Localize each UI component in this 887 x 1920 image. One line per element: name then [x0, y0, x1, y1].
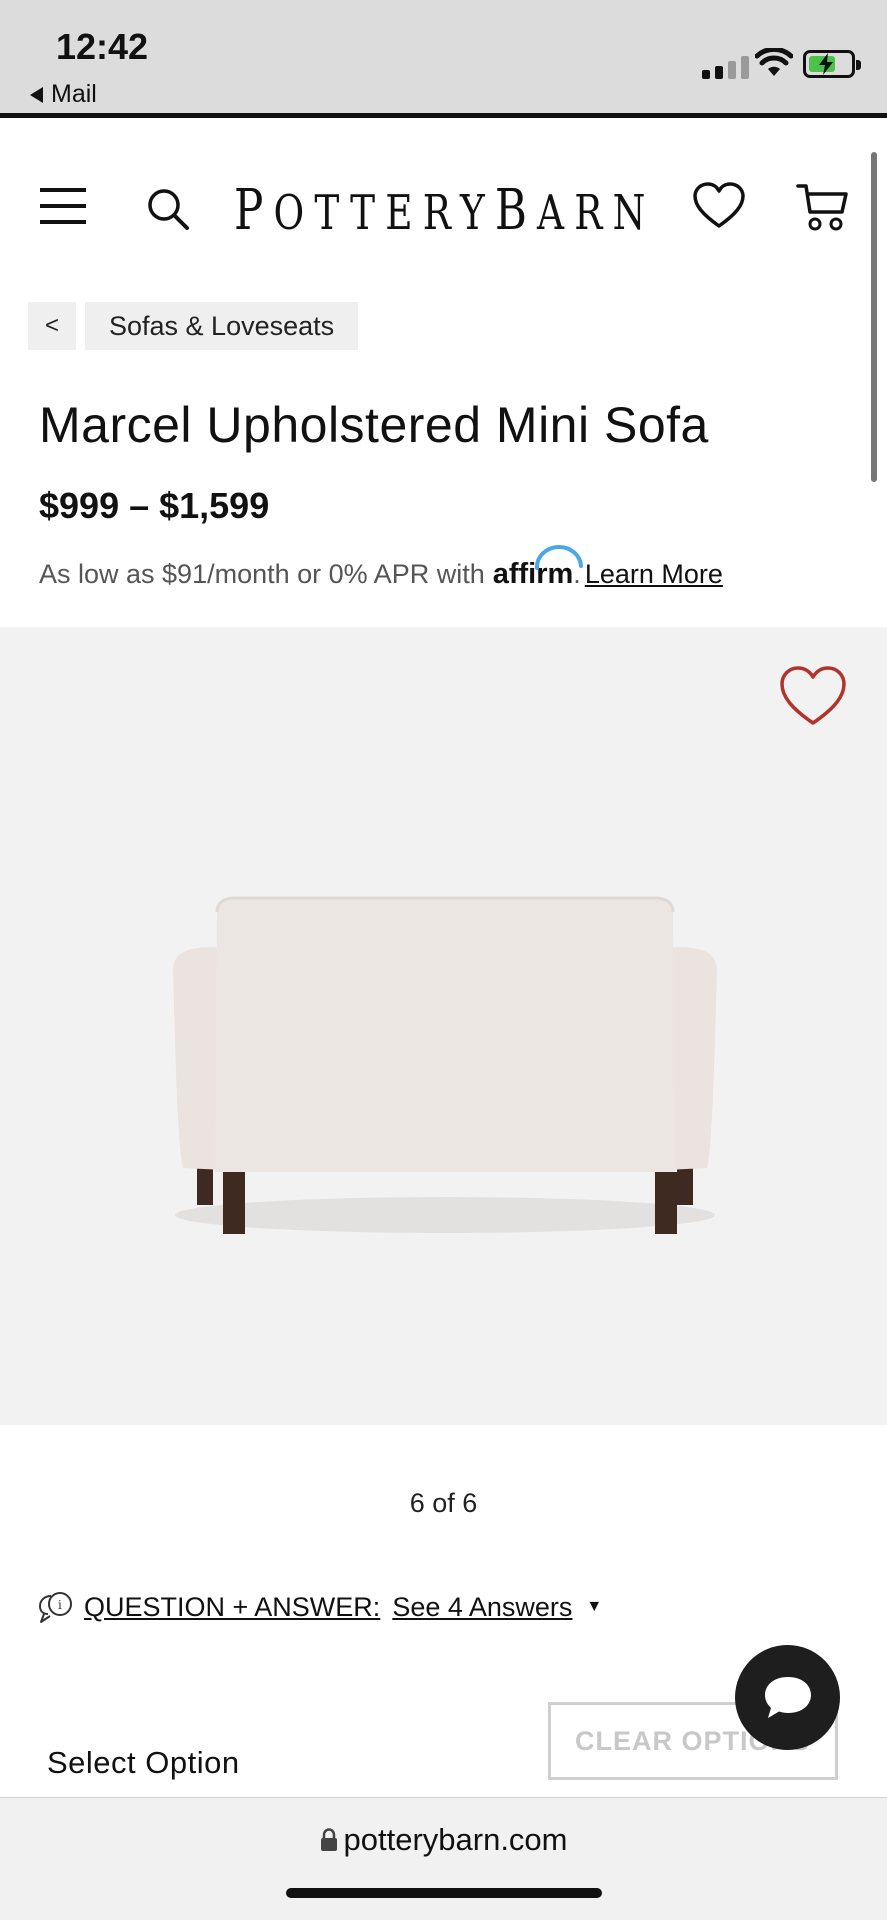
back-app-label: Mail — [51, 80, 97, 108]
caret-down-icon[interactable]: ▼ — [586, 1598, 602, 1616]
status-time: 12:42 — [56, 26, 149, 67]
financing-line: As low as $91/month or 0% APR with affir… — [39, 545, 723, 591]
financing-text: As low as $91/month or 0% APR with — [39, 559, 485, 589]
cart-icon[interactable] — [796, 182, 848, 234]
affirm-logo: affirm — [493, 545, 583, 591]
affirm-arc-icon — [534, 545, 583, 570]
back-triangle-icon — [30, 86, 43, 103]
chat-bubble-icon — [764, 1676, 811, 1718]
logo-letter: N — [612, 185, 656, 241]
qa-label-link[interactable]: QUESTION + ANSWER: — [84, 1592, 380, 1623]
scrollbar-thumb[interactable] — [871, 152, 877, 482]
gallery-counter: 6 of 6 — [409, 1488, 478, 1518]
breadcrumb-sofas-loveseats[interactable]: Sofas & Loveseats — [85, 302, 359, 350]
svg-text:i: i — [58, 1598, 62, 1612]
browser-url-bar[interactable] — [0, 1797, 887, 1920]
logo-letter: B — [494, 178, 538, 243]
lock-icon — [320, 1828, 337, 1851]
home-indicator[interactable] — [286, 1888, 602, 1898]
chat-bubbles-icon: i — [38, 1592, 72, 1623]
live-chat-button[interactable] — [735, 1645, 840, 1750]
logo-letter: T — [314, 185, 351, 241]
favorite-heart-icon[interactable] — [778, 665, 848, 727]
logo-letter: R — [422, 185, 460, 241]
menu-icon[interactable] — [40, 186, 86, 226]
see-answers-link[interactable]: See 4 Answers — [392, 1592, 572, 1623]
logo-letter: Y — [459, 185, 495, 241]
status-bar: 12:42 Mail — [0, 0, 887, 118]
product-title: Marcel Upholstered Mini Sofa — [39, 397, 709, 453]
search-icon[interactable] — [145, 186, 191, 232]
product-price: $999 – $1,599 — [39, 485, 270, 526]
logo-letter: R — [574, 185, 613, 241]
breadcrumb-back-button[interactable]: < — [28, 302, 76, 350]
question-answer-row[interactable]: i QUESTION + ANSWER: See 4 Answers ▼ — [38, 1590, 602, 1624]
logo-letter: O — [273, 185, 315, 241]
logo-letter: A — [537, 185, 575, 241]
learn-more-link[interactable]: Learn More — [585, 559, 723, 590]
url-display[interactable]: potterybarn.com — [0, 1822, 887, 1858]
logo-letter: T — [350, 185, 386, 241]
cellular-signal-icon — [702, 56, 749, 79]
logo-letter: E — [385, 185, 423, 241]
heart-icon[interactable] — [692, 182, 746, 230]
battery-icon — [803, 50, 861, 78]
select-option-heading: Select Option — [47, 1745, 240, 1780]
sofa-image — [173, 896, 717, 1234]
back-to-app-link[interactable]: Mail — [30, 80, 97, 109]
logo-letter: P — [234, 178, 274, 243]
potterybarn-logo[interactable]: POTTERYBARN — [234, 178, 645, 243]
wifi-icon — [755, 48, 793, 76]
url-text: potterybarn.com — [343, 1822, 568, 1857]
